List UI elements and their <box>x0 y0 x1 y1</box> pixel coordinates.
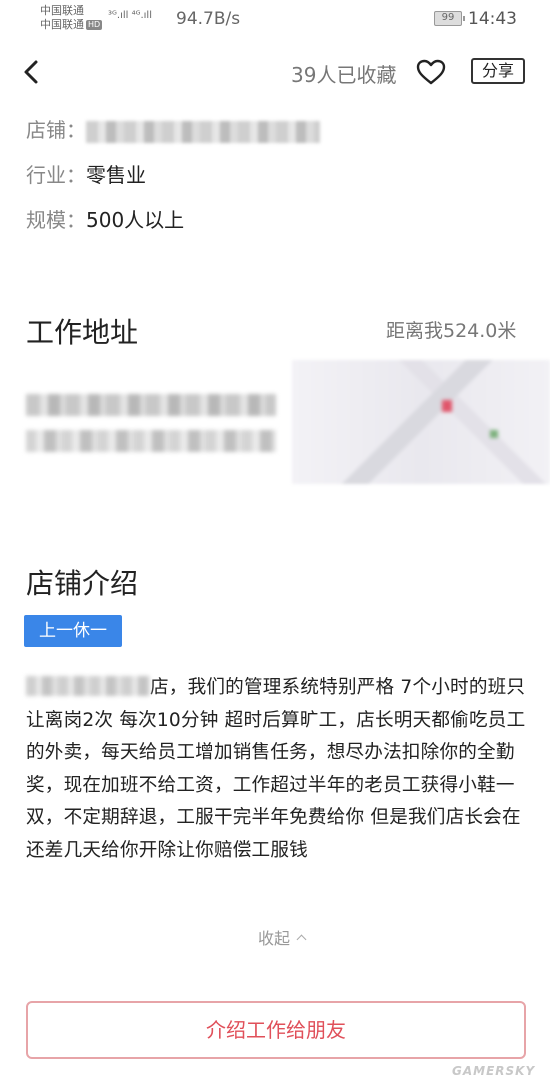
industry-row: 行业：零售业 <box>26 163 146 187</box>
carrier-info: 中国联通 中国联通 HD <box>40 4 103 32</box>
blurred-store-name <box>26 676 150 696</box>
schedule-tag: 上一休一 <box>24 615 122 647</box>
refer-friend-button[interactable]: 介绍工作给朋友 <box>26 1001 526 1059</box>
store-label: 店铺： <box>26 118 86 142</box>
store-name-blurred <box>86 120 320 143</box>
map-thumbnail[interactable] <box>292 360 550 484</box>
collapse-button[interactable]: 收起 <box>258 925 307 949</box>
heart-icon <box>416 59 446 85</box>
watermark: GAMERSKY <box>452 1064 536 1078</box>
signal-icon: ³ᴳ.ıll ⁴ᴳ.ıll <box>108 10 152 21</box>
store-row: 店铺： <box>26 118 320 143</box>
favorite-button[interactable] <box>416 58 446 86</box>
carrier-1: 中国联通 <box>40 4 84 17</box>
back-button[interactable] <box>18 56 48 88</box>
map-location-dot <box>490 430 498 438</box>
carrier-2: 中国联通 <box>40 18 84 31</box>
intro-text: 店，我们的管理系统特别严格 7个小时的班只让离岗2次 每次10分钟 超时后算旷工… <box>26 677 526 861</box>
network-speed: 94.7B/s <box>176 9 241 29</box>
intro-description: 店，我们的管理系统特别严格 7个小时的班只让离岗2次 每次10分钟 超时后算旷工… <box>26 672 528 867</box>
industry-label: 行业： <box>26 163 86 187</box>
collapse-label: 收起 <box>258 929 291 948</box>
chevron-up-icon <box>296 934 307 945</box>
status-bar: 中国联通 中国联通 HD ³ᴳ.ıll ⁴ᴳ.ıll 94.7B/s 99 14:… <box>0 0 550 40</box>
map-pin-icon <box>442 400 452 412</box>
hd-badge: HD <box>86 20 103 30</box>
scale-value: 500人以上 <box>86 208 185 232</box>
scale-row: 规模：500人以上 <box>26 208 184 232</box>
favorites-count: 39人已收藏 <box>291 63 397 87</box>
share-button[interactable]: 分享 <box>471 58 525 84</box>
address-text-blurred <box>26 394 276 452</box>
address-title: 工作地址 <box>26 316 139 349</box>
top-nav: 39人已收藏 分享 <box>0 48 550 98</box>
distance-text: 距离我524.0米 <box>386 320 517 342</box>
industry-value: 零售业 <box>86 163 146 187</box>
intro-title: 店铺介绍 <box>26 567 139 600</box>
chevron-left-icon <box>24 60 38 84</box>
battery-icon: 99 <box>434 11 465 26</box>
scale-label: 规模： <box>26 208 86 232</box>
clock: 14:43 <box>468 9 517 29</box>
